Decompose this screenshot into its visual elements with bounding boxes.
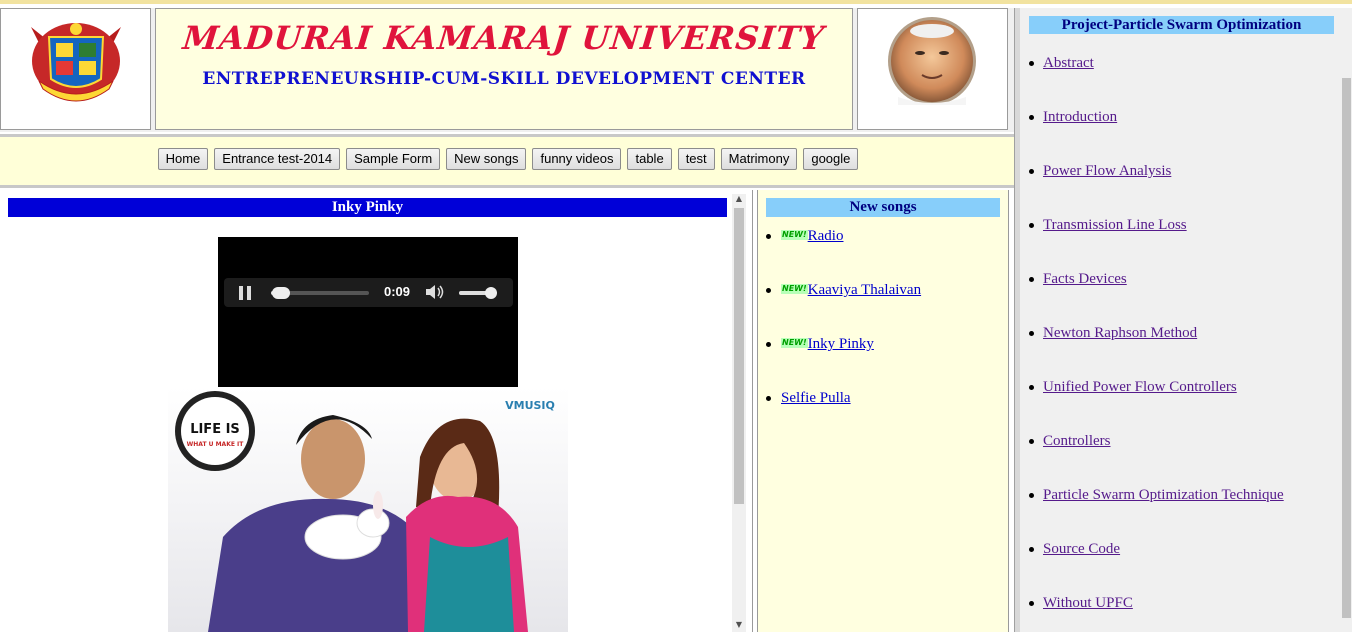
song-poster-image: LIFE IS WHAT U MAKE IT VMUSIQ — [168, 387, 568, 632]
topic-item-pso-technique: Particle Swarm Optimization Technique — [1029, 487, 1284, 504]
nav-button-funny-videos[interactable]: funny videos — [532, 148, 622, 170]
nav-button-home[interactable]: Home — [157, 148, 209, 170]
university-title: MADURAI KAMARAJ UNIVERSITY — [181, 19, 827, 57]
topic-item-introduction: Introduction — [1029, 109, 1117, 126]
volume-handle[interactable] — [485, 287, 498, 299]
list-bullet — [1029, 115, 1034, 121]
new-songs-frame: NEW!Radio NEW!Kaaviya Thalaivan NEW!Inky… — [757, 190, 1009, 632]
song-item-kaaviya-thalaivan: NEW!Kaaviya Thalaivan — [766, 282, 921, 299]
new-songs-heading: New songs — [766, 198, 1000, 217]
poster-artwork: LIFE IS WHAT U MAKE IT VMUSIQ — [175, 391, 555, 632]
topic-item-source-code: Source Code — [1029, 541, 1120, 558]
list-bullet — [766, 234, 771, 240]
nav-button-entrance-test[interactable]: Entrance test-2014 — [214, 148, 341, 170]
nav-button-google[interactable]: google — [803, 148, 859, 170]
song-item-selfie-pulla: Selfie Pulla — [766, 390, 851, 407]
portrait-photo — [888, 17, 976, 105]
topic-link-source-code[interactable]: Source Code — [1043, 541, 1120, 557]
list-bullet — [1029, 331, 1034, 337]
project-heading: Project-Particle Swarm Optimization — [1029, 16, 1334, 34]
song-link-radio[interactable]: Radio — [808, 228, 844, 244]
volume-slider[interactable] — [459, 287, 498, 299]
scroll-down-arrow-icon[interactable]: ▼ — [732, 620, 746, 632]
project-scrollbar[interactable] — [1342, 8, 1352, 632]
topic-link-controllers[interactable]: Controllers — [1043, 433, 1111, 449]
player-time: 0:09 — [384, 284, 411, 299]
new-badge: NEW! — [781, 284, 808, 294]
list-bullet — [1029, 277, 1034, 283]
title-cell: MADURAI KAMARAJ UNIVERSITY ENTREPRENEURS… — [155, 8, 853, 130]
nav-button-matrimony[interactable]: Matrimony — [720, 148, 798, 170]
audio-player[interactable]: 0:09 — [218, 237, 518, 387]
poster-brand: VMUSIQ — [505, 399, 555, 412]
topic-link-upfc[interactable]: Unified Power Flow Controllers — [1043, 379, 1237, 395]
poster-badge-line1: LIFE IS — [190, 422, 240, 437]
topic-link-without-upfc[interactable]: Without UPFC — [1043, 595, 1133, 611]
university-emblem-icon — [31, 23, 121, 102]
seek-handle[interactable] — [271, 287, 290, 299]
nav-button-sample-form[interactable]: Sample Form — [346, 148, 441, 170]
topic-link-pso-technique[interactable]: Particle Swarm Optimization Technique — [1043, 487, 1284, 503]
list-bullet — [1029, 61, 1034, 67]
topic-item-facts-devices: Facts Devices — [1029, 271, 1127, 288]
song-title-banner: Inky Pinky — [8, 198, 727, 217]
list-bullet — [1029, 493, 1034, 499]
poster-badge-line2: WHAT U MAKE IT — [187, 441, 245, 448]
song-link-kaaviya-thalaivan[interactable]: Kaaviya Thalaivan — [808, 282, 921, 298]
topic-item-without-upfc: Without UPFC — [1029, 595, 1133, 612]
nav-button-test[interactable]: test — [677, 148, 715, 170]
topic-item-transmission-line-loss: Transmission Line Loss — [1029, 217, 1187, 234]
topic-item-power-flow-analysis: Power Flow Analysis — [1029, 163, 1171, 180]
topic-link-introduction[interactable]: Introduction — [1043, 109, 1117, 125]
song-link-selfie-pulla[interactable]: Selfie Pulla — [781, 390, 851, 406]
volume-icon[interactable] — [424, 283, 446, 301]
topic-item-newton-raphson: Newton Raphson Method — [1029, 325, 1197, 342]
player-controls: 0:09 — [224, 278, 513, 307]
list-bullet — [1029, 601, 1034, 607]
project-scroll-thumb[interactable] — [1342, 78, 1351, 618]
song-item-radio: NEW!Radio — [766, 228, 843, 245]
list-bullet — [1029, 223, 1034, 229]
center-subtitle: ENTREPRENEURSHIP-CUM-SKILL DEVELOPMENT C… — [202, 69, 806, 89]
topic-item-abstract: Abstract — [1029, 55, 1094, 72]
new-badge: NEW! — [781, 338, 808, 348]
list-bullet — [1029, 547, 1034, 553]
nav-bar: Home Entrance test-2014 Sample Form New … — [0, 134, 1016, 188]
nav-button-new-songs[interactable]: New songs — [446, 148, 527, 170]
seek-bar[interactable] — [271, 287, 369, 299]
topic-link-abstract[interactable]: Abstract — [1043, 55, 1094, 71]
nav-button-table[interactable]: table — [627, 148, 672, 170]
topic-item-controllers: Controllers — [1029, 433, 1111, 450]
topic-link-transmission-line-loss[interactable]: Transmission Line Loss — [1043, 217, 1187, 233]
song-link-inky-pinky[interactable]: Inky Pinky — [808, 336, 874, 352]
new-badge: NEW! — [781, 230, 808, 240]
topic-link-newton-raphson[interactable]: Newton Raphson Method — [1043, 325, 1197, 341]
topic-link-facts-devices[interactable]: Facts Devices — [1043, 271, 1127, 287]
list-bullet — [1029, 169, 1034, 175]
topic-item-upfc: Unified Power Flow Controllers — [1029, 379, 1237, 396]
list-bullet — [1029, 385, 1034, 391]
list-bullet — [766, 396, 771, 402]
song-content-frame[interactable]: Inky Pinky 0:09 LIFE IS WHAT U MAKE IT V… — [0, 190, 753, 632]
main-frameset: MADURAI KAMARAJ UNIVERSITY ENTREPRENEURS… — [0, 8, 1016, 632]
topic-link-power-flow-analysis[interactable]: Power Flow Analysis — [1043, 163, 1171, 179]
list-bullet — [766, 288, 771, 294]
list-bullet — [1029, 439, 1034, 445]
header-row: MADURAI KAMARAJ UNIVERSITY ENTREPRENEURS… — [0, 8, 1016, 132]
content-scroll-thumb[interactable] — [734, 208, 744, 504]
portrait-cell — [857, 8, 1008, 130]
content-scrollbar[interactable]: ▲ ▼ — [732, 194, 746, 632]
scroll-up-arrow-icon[interactable]: ▲ — [732, 194, 746, 206]
song-item-inky-pinky: NEW!Inky Pinky — [766, 336, 874, 353]
university-logo-cell — [0, 8, 151, 130]
list-bullet — [766, 342, 771, 348]
pause-icon[interactable] — [236, 284, 254, 302]
project-frame: Project-Particle Swarm Optimization Abst… — [1020, 8, 1352, 632]
